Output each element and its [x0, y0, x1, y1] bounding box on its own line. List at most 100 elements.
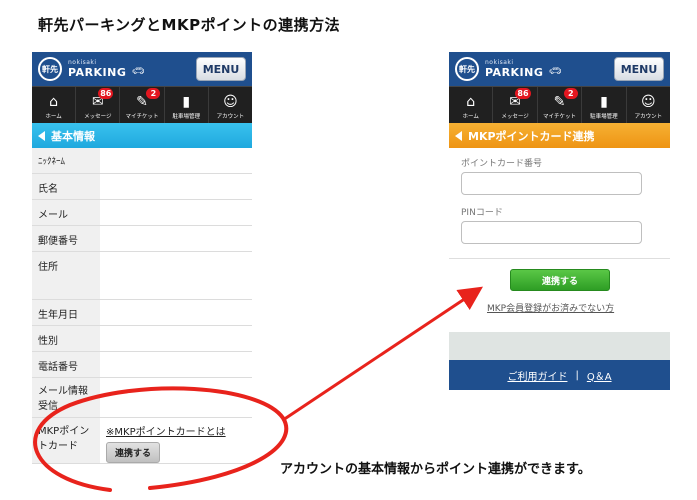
link-button[interactable]: 連携する — [106, 442, 161, 463]
nav-label: アカウント — [634, 114, 663, 120]
row-value — [100, 326, 252, 351]
nav-label: マイチケット — [125, 114, 159, 120]
message-badge: 86 — [515, 88, 531, 99]
qa-link[interactable]: Q＆A — [587, 368, 612, 383]
nav-label: ホーム — [45, 114, 62, 120]
logo-text: PARKING — [68, 66, 127, 79]
logo-mark: 軒先 — [38, 57, 62, 81]
car-icon: 🚗︎ — [132, 66, 145, 77]
row-value — [100, 252, 252, 299]
divider — [449, 258, 670, 259]
table-row: メール情報受信 — [32, 378, 252, 418]
logo-subtext: nokisaki — [68, 59, 97, 66]
home-icon: ⌂ — [49, 94, 59, 110]
nav-bar: ⌂ ホーム 86 ✉ メッセージ 2 ✎ マイチケット ▮ 駐車場管理 ☺ アカ… — [32, 86, 252, 123]
menu-button[interactable]: MENU — [196, 57, 246, 81]
nav-item-account[interactable]: ☺ アカウント — [209, 87, 252, 123]
home-icon: ⌂ — [466, 94, 476, 110]
nav-bar: ⌂ ホーム 86 ✉ メッセージ 2 ✎ マイチケット ▮ 駐車場管理 ☺ アカ… — [449, 86, 670, 123]
pin-input[interactable] — [461, 221, 642, 244]
register-link[interactable]: MKP会員登録がお済みでない方 — [487, 301, 614, 314]
bookmark-icon: ▮ — [600, 94, 608, 110]
mkp-info-link[interactable]: ※MKPポイントカードとは — [106, 423, 246, 438]
section-title: 基本情報 — [51, 129, 95, 143]
nav-label: メッセージ — [84, 114, 112, 120]
table-row: メール — [32, 200, 252, 226]
nav-item-message[interactable]: 86 ✉ メッセージ — [493, 87, 538, 123]
logo-subtext: nokisaki — [485, 59, 514, 66]
nav-item-parking[interactable]: ▮ 駐車場管理 — [165, 87, 209, 123]
ticket-badge: 2 — [146, 88, 161, 99]
row-label: 性別 — [32, 326, 100, 351]
gray-band — [449, 332, 670, 360]
pin-label: PINコード — [461, 208, 503, 218]
menu-button[interactable]: MENU — [614, 57, 664, 81]
caption: アカウントの基本情報からポイント連携ができます。 — [280, 462, 591, 477]
nav-item-account[interactable]: ☺ アカウント — [627, 87, 670, 123]
section-header: 基本情報 — [32, 123, 252, 148]
card-number-label: ポイントカード番号 — [461, 159, 543, 169]
page-title: 軒先パーキングとMKPポイントの連携方法 — [38, 16, 341, 34]
nav-item-home[interactable]: ⌂ ホーム — [449, 87, 494, 123]
nav-label: アカウント — [216, 114, 245, 120]
row-label: ﾆｯｸﾈｰﾑ — [32, 148, 100, 173]
table-row: 生年月日 — [32, 300, 252, 326]
section-header: MKPポイントカード連携 — [449, 123, 670, 148]
row-label: メール — [32, 200, 100, 225]
row-value — [100, 148, 252, 173]
table-row: MKPポイントカード ※MKPポイントカードとは 連携する — [32, 418, 252, 464]
back-arrow-icon[interactable] — [38, 130, 45, 141]
table-row: 氏名 — [32, 174, 252, 200]
row-label: MKPポイントカード — [32, 418, 100, 463]
row-value — [100, 300, 252, 325]
submit-link-button[interactable]: 連携する — [510, 269, 610, 291]
row-label: 氏名 — [32, 174, 100, 199]
guide-link[interactable]: ご利用ガイド — [507, 368, 567, 383]
row-label: 住所 — [32, 252, 100, 299]
row-label: 郵便番号 — [32, 226, 100, 251]
car-icon: 🚗︎ — [549, 66, 562, 77]
app-header: 軒先 nokisaki PARKING 🚗︎ MENU — [32, 52, 252, 86]
nav-label: 駐車場管理 — [590, 114, 618, 120]
row-label: メール情報受信 — [32, 378, 100, 417]
app-header: 軒先 nokisaki PARKING 🚗︎ MENU — [449, 52, 670, 86]
table-row: 郵便番号 — [32, 226, 252, 252]
table-row: 住所 — [32, 252, 252, 300]
row-label: 生年月日 — [32, 300, 100, 325]
ticket-icon: ✎ — [553, 94, 566, 110]
section-title: MKPポイントカード連携 — [468, 129, 595, 143]
nav-item-ticket[interactable]: 2 ✎ マイチケット — [120, 87, 165, 123]
nav-item-parking[interactable]: ▮ 駐車場管理 — [582, 87, 627, 123]
row-value — [100, 200, 252, 225]
nav-label: メッセージ — [501, 114, 529, 120]
row-value — [100, 174, 252, 199]
link-form: ポイントカード番号 PINコード — [449, 148, 670, 244]
card-number-input[interactable] — [461, 172, 642, 195]
table-row: ﾆｯｸﾈｰﾑ — [32, 148, 252, 174]
bookmark-icon: ▮ — [182, 94, 191, 110]
message-badge: 86 — [98, 88, 114, 99]
nav-item-ticket[interactable]: 2 ✎ マイチケット — [538, 87, 583, 123]
mkp-link-screen: 軒先 nokisaki PARKING 🚗︎ MENU ⌂ ホーム 86 ✉ メ… — [449, 52, 670, 390]
table-row: 電話番号 — [32, 352, 252, 378]
nav-label: 駐車場管理 — [172, 114, 200, 120]
row-value — [100, 226, 252, 251]
logo-mark: 軒先 — [455, 57, 479, 81]
smiley-icon: ☺ — [223, 94, 238, 110]
logo-text: PARKING — [485, 66, 544, 79]
info-table: ﾆｯｸﾈｰﾑ 氏名 メール 郵便番号 住所 生年月日 性別 電話番号 メール情報… — [32, 148, 252, 464]
row-value — [100, 378, 252, 417]
footer: ご利用ガイド | Q＆A — [449, 360, 670, 390]
ticket-badge: 2 — [563, 88, 578, 99]
back-arrow-icon[interactable] — [455, 130, 462, 141]
smiley-icon: ☺ — [641, 94, 656, 110]
nav-label: マイチケット — [543, 114, 577, 120]
row-value: ※MKPポイントカードとは 連携する — [100, 418, 252, 463]
row-value — [100, 352, 252, 377]
footer-separator: | — [575, 369, 579, 381]
basic-info-screen: 軒先 nokisaki PARKING 🚗︎ MENU ⌂ ホーム 86 ✉ メ… — [32, 52, 252, 482]
nav-item-home[interactable]: ⌂ ホーム — [32, 87, 77, 123]
nav-item-message[interactable]: 86 ✉ メッセージ — [76, 87, 121, 123]
nav-label: ホーム — [462, 114, 479, 120]
row-label: 電話番号 — [32, 352, 100, 377]
